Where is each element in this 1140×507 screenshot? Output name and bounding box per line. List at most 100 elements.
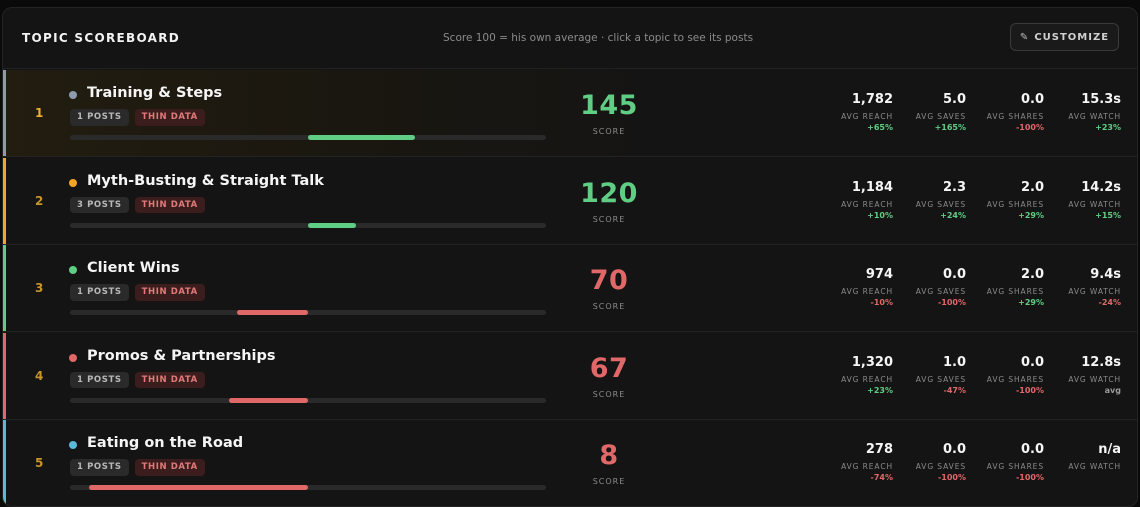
metric-label: AVG WATCH	[1068, 199, 1121, 209]
topic-color-stripe	[3, 332, 6, 419]
thin-data-badge: THIN DATA	[134, 371, 205, 388]
metric-label: AVG SAVES	[915, 374, 966, 384]
metric-delta: +15%	[1095, 210, 1121, 220]
topic-rank: 3	[35, 281, 44, 295]
metric-watch: 12.8s AVG WATCH avg	[1031, 355, 1121, 395]
topic-dot-icon	[69, 178, 77, 187]
metric-watch: 15.3s AVG WATCH +23%	[1031, 92, 1121, 132]
posts-count-badge: 1 POSTS	[70, 109, 129, 126]
score-bar-track	[70, 222, 546, 228]
metric-value: 12.8s	[1081, 354, 1121, 370]
score-bar-track	[70, 135, 546, 140]
metric-watch: 9.4s AVG WATCH -24%	[1031, 267, 1121, 307]
metric-delta: -100%	[937, 473, 966, 482]
topic-badges: 3 POSTS THIN DATA	[70, 196, 205, 213]
metric-delta: +165%	[934, 123, 966, 132]
metric-watch: 14.2s AVG WATCH +15%	[1031, 180, 1121, 220]
score-label: SCORE	[592, 214, 626, 224]
metric-value: 2.3	[942, 179, 966, 195]
metric-watch: n/a AVG WATCH	[1031, 442, 1121, 473]
topic-row[interactable]: 1 Training & Steps 1 POSTS THIN DATA 145 SCOR…	[3, 70, 1137, 157]
metric-value: 14.2s	[1081, 179, 1121, 195]
posts-count-badge: 1 POSTS	[70, 371, 129, 388]
topic-score: 145	[580, 90, 638, 121]
metric-value: 0.0	[942, 442, 966, 457]
topic-rank: 5	[35, 456, 44, 470]
metric-label: AVG WATCH	[1068, 374, 1121, 384]
topic-score: 120	[580, 177, 638, 209]
score-bar-fill	[236, 310, 308, 315]
scoreboard-header: TOPIC SCOREBOARD Score 100 = his own ave…	[3, 8, 1137, 69]
metric-saves: 1.0 AVG SAVES -47%	[876, 355, 966, 395]
metric-delta: +23%	[1095, 123, 1121, 132]
topic-row[interactable]: 2 Myth-Busting & Straight Talk 3 POSTS THIN…	[3, 157, 1137, 245]
score-bar-fill	[308, 222, 356, 228]
topic-rank: 1	[35, 106, 44, 120]
thin-data-badge: THIN DATA	[134, 196, 205, 213]
metric-label: AVG WATCH	[1068, 462, 1121, 471]
metric-label: AVG SAVES	[915, 112, 966, 121]
score-bar-track	[70, 397, 546, 403]
score-bar-fill	[308, 135, 416, 140]
topic-dot-icon	[69, 266, 77, 274]
topic-name[interactable]: Promos & Partnerships	[87, 348, 276, 364]
thin-data-badge: THIN DATA	[134, 459, 205, 476]
topic-badges: 1 POSTS THIN DATA	[70, 284, 205, 301]
topic-name[interactable]: Myth-Busting & Straight Talk	[87, 173, 324, 189]
metric-delta: -100%	[937, 298, 966, 307]
score-label: SCORE	[592, 389, 626, 399]
metric-value: 15.3s	[1081, 92, 1121, 107]
metric-label: AVG WATCH	[1068, 112, 1121, 121]
topic-rank: 2	[35, 193, 44, 208]
topic-dot-icon	[69, 353, 77, 362]
topic-score: 67	[589, 352, 629, 384]
metric-delta: -100%	[1015, 473, 1044, 482]
metric-saves: 0.0 AVG SAVES -100%	[876, 267, 966, 307]
metric-value: 5.0	[942, 92, 966, 107]
scoreboard-title: TOPIC SCOREBOARD	[22, 31, 181, 45]
metric-value: n/a	[1098, 442, 1121, 457]
topic-color-stripe	[3, 157, 6, 244]
topic-badges: 1 POSTS THIN DATA	[70, 371, 205, 388]
thin-data-badge: THIN DATA	[134, 284, 205, 301]
metric-saves: 5.0 AVG SAVES +165%	[876, 92, 966, 132]
topic-color-stripe	[3, 70, 6, 156]
metric-label: AVG WATCH	[1068, 287, 1121, 296]
pencil-icon: ✎	[1019, 31, 1030, 43]
metric-saves: 0.0 AVG SAVES -100%	[876, 442, 966, 482]
customize-button[interactable]: ✎ CUSTOMIZE	[1010, 23, 1119, 51]
topic-dot-icon	[69, 91, 77, 99]
thin-data-badge: THIN DATA	[134, 109, 205, 126]
topic-row[interactable]: 5 Eating on the Road 1 POSTS THIN DATA 8 SCOR…	[3, 420, 1137, 506]
topic-row[interactable]: 3 Client Wins 1 POSTS THIN DATA 70 SCORE 974 AV…	[3, 245, 1137, 332]
metric-value: 0.0	[942, 267, 966, 282]
metric-value: 9.4s	[1090, 267, 1121, 282]
score-label: SCORE	[592, 477, 626, 486]
topic-badges: 1 POSTS THIN DATA	[70, 459, 205, 476]
metric-delta: -24%	[1098, 298, 1121, 307]
metric-label: AVG SAVES	[915, 462, 966, 471]
topic-score: 70	[589, 265, 629, 296]
topic-dot-icon	[69, 441, 77, 449]
scoreboard-subtitle: Score 100 = his own average · click a to…	[443, 32, 754, 44]
topic-row[interactable]: 4 Promos & Partnerships 1 POSTS THIN DATA 67…	[3, 332, 1137, 420]
score-bar-fill	[89, 485, 308, 490]
topic-color-stripe	[3, 420, 6, 506]
posts-count-badge: 3 POSTS	[70, 196, 129, 213]
score-label: SCORE	[592, 127, 626, 136]
posts-count-badge: 1 POSTS	[70, 284, 129, 301]
metric-delta: -47%	[943, 385, 966, 395]
metric-delta: avg	[1104, 385, 1121, 395]
topic-name[interactable]: Training & Steps	[87, 85, 222, 101]
score-bar-track	[70, 310, 546, 315]
topic-name[interactable]: Client Wins	[87, 260, 180, 276]
topic-name[interactable]: Eating on the Road	[87, 435, 243, 451]
topic-badges: 1 POSTS THIN DATA	[70, 109, 205, 126]
metric-saves: 2.3 AVG SAVES +24%	[876, 180, 966, 220]
metric-label: AVG SAVES	[915, 199, 966, 209]
posts-count-badge: 1 POSTS	[70, 459, 129, 476]
topic-color-stripe	[3, 245, 6, 331]
topic-score: 8	[599, 440, 619, 471]
topic-scoreboard-panel: TOPIC SCOREBOARD Score 100 = his own ave…	[2, 7, 1138, 507]
score-bar-track	[70, 485, 546, 490]
